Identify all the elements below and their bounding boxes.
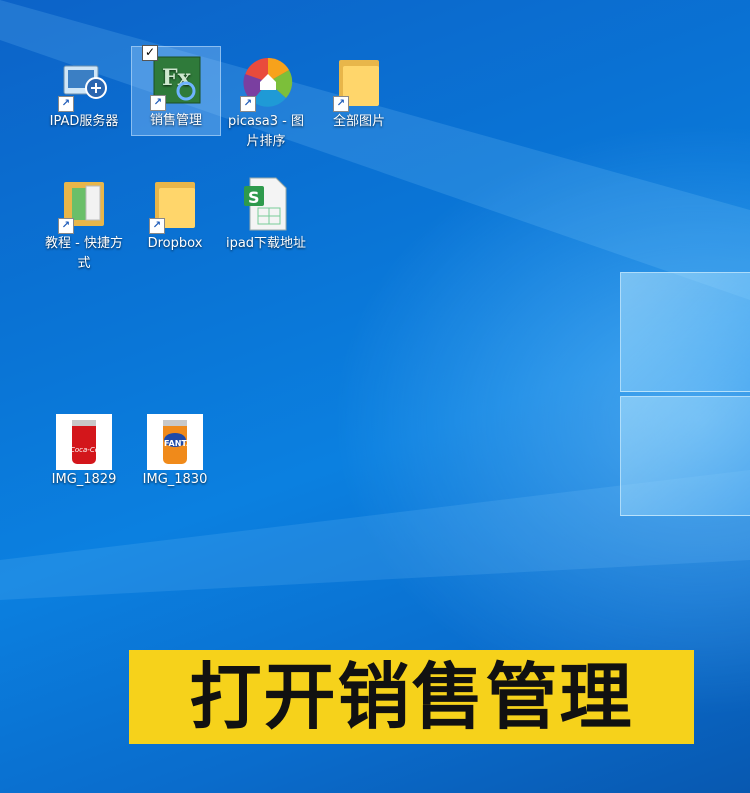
sales-app-icon: Fx ✓ ↗ bbox=[142, 45, 204, 111]
shortcut-arrow-icon: ↗ bbox=[58, 96, 74, 112]
coca-cola-image-icon: Coca-Cola bbox=[56, 414, 112, 470]
desktop-icon-label: ipad下载地址 bbox=[225, 236, 307, 251]
folder-docs-icon: ↗ bbox=[56, 174, 112, 234]
shortcut-arrow-icon: ↗ bbox=[58, 218, 74, 234]
desktop-icon-label: 教程 - 快捷方式 bbox=[45, 236, 123, 271]
desktop-icon-all-pictures[interactable]: ↗ 全部图片 bbox=[315, 48, 403, 136]
desktop-icon-img-1829[interactable]: Coca-Cola IMG_1829 bbox=[40, 410, 128, 494]
server-icon: ↗ bbox=[56, 52, 112, 112]
selection-checkbox[interactable]: ✓ bbox=[142, 45, 158, 61]
shortcut-arrow-icon: ↗ bbox=[333, 96, 349, 112]
shortcut-arrow-icon: ↗ bbox=[240, 96, 256, 112]
picasa-icon: ↗ bbox=[238, 52, 294, 112]
fanta-image-icon: FANTA bbox=[147, 414, 203, 470]
windows-logo-pane-bottom bbox=[620, 396, 750, 516]
desktop-icon-img-1830[interactable]: FANTA IMG_1830 bbox=[131, 410, 219, 494]
fanta-text: FANTA bbox=[164, 439, 193, 448]
svg-text:Fx: Fx bbox=[162, 65, 192, 91]
desktop-icon-label: 销售管理 bbox=[149, 113, 202, 128]
desktop-icon-ipad-download[interactable]: S ipad下载地址 bbox=[222, 170, 310, 258]
coke-text: Coca-Cola bbox=[70, 446, 106, 454]
desktop-icon-label: Dropbox bbox=[147, 236, 203, 251]
desktop-icon-label: picasa3 - 图片排序 bbox=[228, 114, 304, 149]
folder-icon: ↗ bbox=[331, 52, 387, 112]
desktop-icon-label: IMG_1830 bbox=[142, 472, 208, 487]
desktop-icon-label: IPAD服务器 bbox=[49, 114, 119, 129]
windows-logo-pane-top bbox=[620, 272, 750, 392]
desktop-icon-ipad-server[interactable]: ↗ IPAD服务器 bbox=[40, 48, 128, 136]
desktop-icon-tutorial-shortcut[interactable]: ↗ 教程 - 快捷方式 bbox=[40, 170, 128, 278]
shortcut-arrow-icon: ↗ bbox=[149, 218, 165, 234]
video-caption: 打开销售管理 bbox=[129, 650, 694, 744]
desktop-icon-picasa[interactable]: ↗ picasa3 - 图片排序 bbox=[222, 48, 310, 156]
desktop-icon-label: IMG_1829 bbox=[51, 472, 117, 487]
folder-icon: ↗ bbox=[147, 174, 203, 234]
desktop-icon-sales-management[interactable]: Fx ✓ ↗ 销售管理 bbox=[131, 45, 221, 136]
desktop-icon-label: 全部图片 bbox=[332, 114, 385, 129]
desktop-icon-dropbox[interactable]: ↗ Dropbox bbox=[131, 170, 219, 258]
spreadsheet-icon: S bbox=[238, 174, 294, 234]
spreadsheet-letter: S bbox=[248, 188, 260, 207]
shortcut-arrow-icon: ↗ bbox=[150, 95, 166, 111]
